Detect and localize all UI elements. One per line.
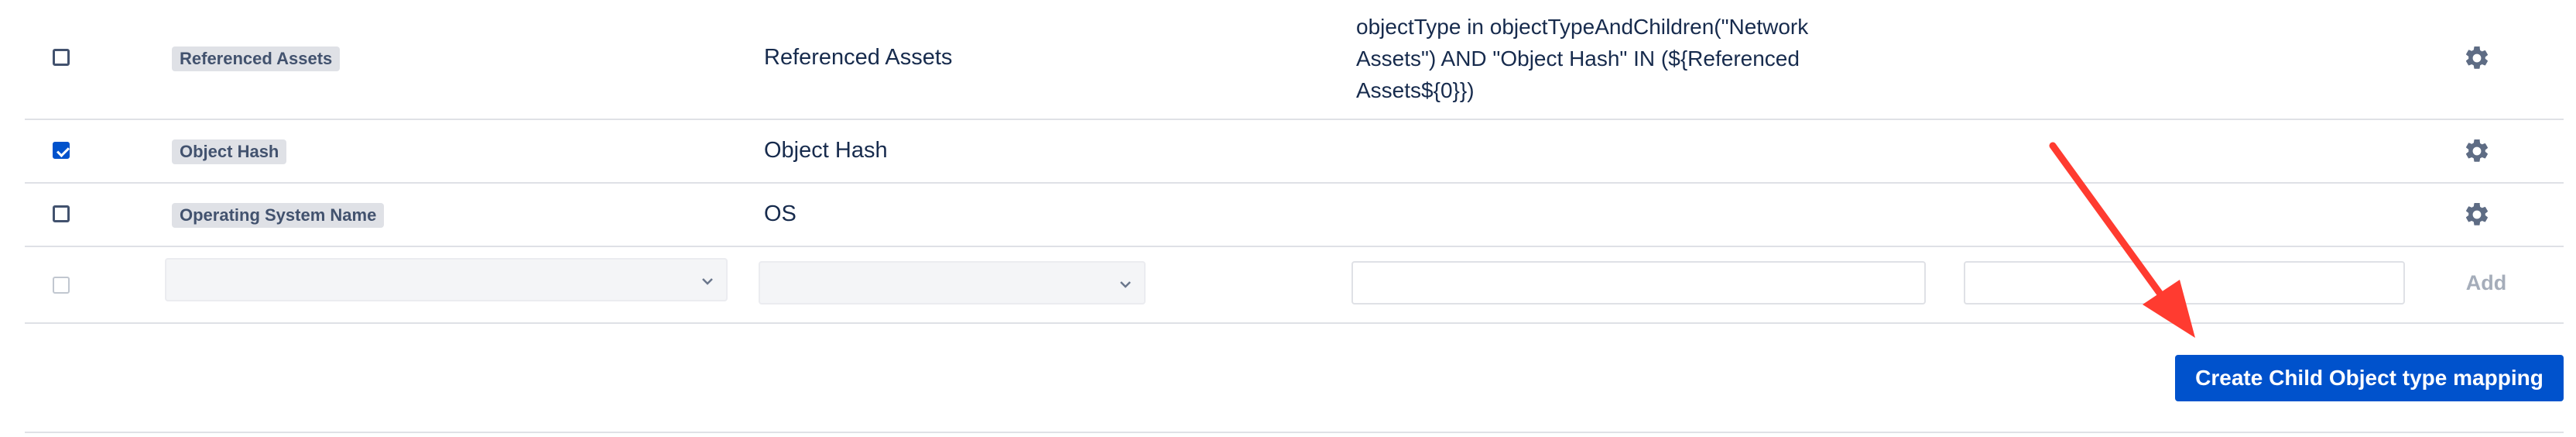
attribute-badge: Object Hash xyxy=(172,139,287,164)
query-line: objectType in objectTypeAndChildren("Net… xyxy=(1356,15,1809,39)
new-row-checkbox[interactable] xyxy=(53,277,70,294)
query-line: Assets${0}}) xyxy=(1356,78,1475,102)
attribute-badge: Referenced Assets xyxy=(172,46,341,71)
query-input[interactable] xyxy=(1351,261,1926,305)
red-arrow-annotation xyxy=(2049,142,2195,338)
attribute-badge: Operating System Name xyxy=(172,203,385,228)
query-line: Assets") AND "Object Hash" IN (${Referen… xyxy=(1356,46,1800,71)
object-type-select[interactable] xyxy=(759,261,1146,305)
gear-icon[interactable] xyxy=(2463,44,2491,72)
row-select-checkbox[interactable] xyxy=(53,142,70,159)
mapping-query: objectType in objectTypeAndChildren("Net… xyxy=(1356,11,1913,106)
mapping-row: Referenced Assets Referenced Assets obje… xyxy=(25,0,2564,120)
row-select-checkbox[interactable] xyxy=(53,205,70,222)
chevron-down-icon xyxy=(1120,281,1131,288)
create-child-object-type-mapping-button[interactable]: Create Child Object type mapping xyxy=(2175,355,2564,401)
chevron-down-icon xyxy=(702,278,713,285)
gear-icon[interactable] xyxy=(2463,137,2491,165)
row-select-checkbox[interactable] xyxy=(53,49,70,66)
mapping-name: Object Hash xyxy=(764,138,888,163)
attribute-select[interactable] xyxy=(165,258,728,301)
mapping-name: Referenced Assets xyxy=(764,45,953,70)
gear-icon[interactable] xyxy=(2463,201,2491,229)
add-button[interactable]: Add xyxy=(2444,261,2529,305)
mapping-name: OS xyxy=(764,201,796,226)
divider xyxy=(25,432,2564,433)
